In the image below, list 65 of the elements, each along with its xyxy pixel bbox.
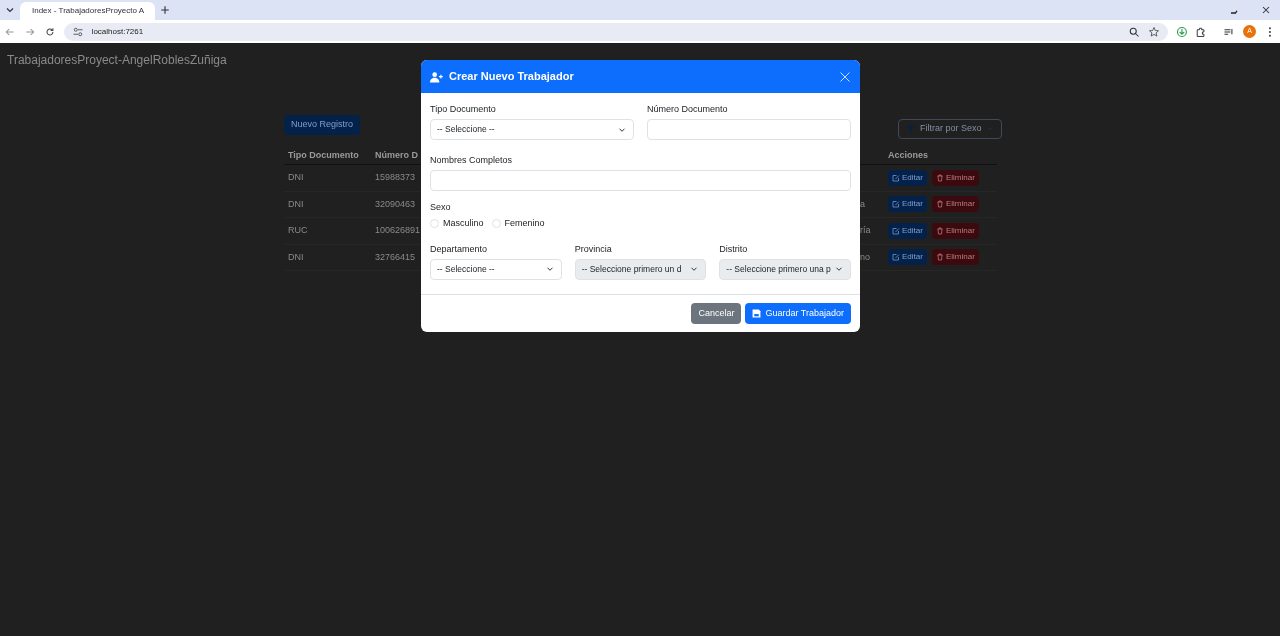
column-header: Número D [375,148,418,162]
delete-button[interactable]: Eliminar [931,196,979,213]
column-header: Tipo Documento [287,148,360,162]
table-cell: 32090463 [375,197,416,211]
edit-icon [892,253,900,262]
text-input-field[interactable] [647,119,851,140]
user-plus-icon [430,70,444,83]
address-bar[interactable]: localhost:7261 [63,22,1168,41]
dialog-title: Crear Nuevo Trabajador [449,69,575,85]
table-cell-text: DNI [287,197,305,211]
filter-button[interactable]: Filtrar por Sexo [898,119,1002,139]
puzzle-icon [1195,25,1208,38]
edit-button[interactable]: Editar [888,222,927,239]
edit-button[interactable]: Editar [888,169,927,186]
field-label: Provincia [574,242,613,255]
edit-button[interactable]: Editar [888,196,927,213]
field-label: Nombres Completos [430,154,514,166]
brand-title[interactable]: TrabajadoresProyect-AngelRoblesZuñiga [7,51,227,69]
edit-icon [892,226,900,235]
reload-icon [43,25,56,38]
browser-tab[interactable]: Index - TrabajadoresProyecto A [20,2,155,20]
delete-button[interactable]: Eliminar [931,249,979,266]
table-cell-text: DNI [287,171,305,184]
select-field[interactable]: -- Seleccione -- [430,258,562,280]
trash-icon [935,200,944,209]
table-cell-text: DNI [287,250,305,264]
radio-label: Femenino [504,217,545,230]
new-record-button[interactable]: Nuevo Registro [284,115,361,135]
select-field[interactable]: -- Seleccione -- [430,119,634,140]
field-label: Sexo [430,201,452,213]
cancel-button[interactable]: Cancelar [691,303,742,324]
table-cell-text: ría [860,224,872,237]
zoom-icon [1127,25,1140,38]
delete-button[interactable]: Eliminar [931,169,979,186]
column-header: Acciones [888,148,929,162]
radio-label: Masculino [443,217,484,230]
table-cell-text: 15988373 [375,171,416,184]
trash-icon [935,226,944,235]
table-cell-text: RUC [287,224,309,237]
site-info-icon [71,25,84,38]
download-icon [1175,25,1188,38]
caret-icon [985,125,994,133]
edit-icon [892,200,900,209]
new-tab-icon [159,4,171,16]
text-input-field[interactable] [430,170,851,191]
delete-button[interactable]: Eliminar [931,222,979,239]
trash-icon [935,173,944,182]
table-cell-text: no [860,250,871,264]
filter-icon [906,124,916,134]
field-label: Departamento [430,242,489,255]
tab-title: Index - TrabajadoresProyecto A [32,5,145,17]
close-icon [1260,4,1272,16]
table-cell-text: 100626891 [375,224,421,237]
table-cell-text: a [860,197,866,211]
edit-button[interactable]: Editar [888,249,927,266]
trash-icon [935,253,944,262]
edit-icon [892,173,900,182]
field-label: Distrito [719,242,749,255]
table-cell: 32766415 [375,250,416,264]
close-icon [839,70,851,83]
save-button[interactable]: Guardar Trabajador [745,303,851,324]
field-label: Tipo Documento [430,103,497,115]
field-label: Número Documento [647,103,729,115]
star-icon [1147,25,1160,38]
url-text: localhost:7261 [91,25,144,38]
